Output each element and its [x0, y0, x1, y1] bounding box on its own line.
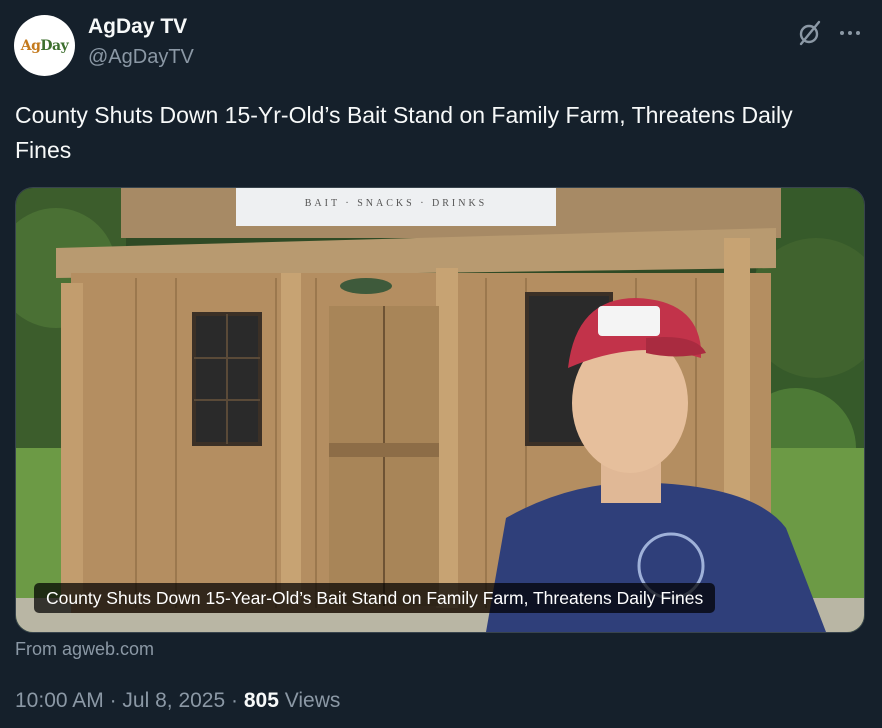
meta-separator: · [231, 689, 239, 712]
views-label: Views [284, 689, 341, 712]
article-photo: BAIT · SNACKS · DRINKS [16, 188, 864, 632]
views-count: 805 [243, 689, 279, 712]
tweet-meta: 10:00 AM · Jul 8, 2025 · 805 Views [15, 689, 340, 713]
agday-logo: AgDay [20, 37, 69, 54]
more-dots-icon[interactable] [836, 19, 864, 47]
bait-sign-text: BAIT · SNACKS · DRINKS [305, 198, 488, 209]
tweet-time[interactable]: 10:00 AM [15, 689, 104, 712]
grok-icon[interactable] [796, 19, 824, 47]
tweet-date[interactable]: Jul 8, 2025 [122, 689, 225, 712]
tweet-text: County Shuts Down 15-Yr-Old’s Bait Stand… [15, 102, 793, 163]
avatar[interactable]: AgDay [14, 15, 75, 76]
link-card[interactable]: BAIT · SNACKS · DRINKS [15, 187, 865, 633]
card-caption[interactable]: County Shuts Down 15-Year-Old’s Bait Sta… [34, 583, 716, 613]
card-source[interactable]: From agweb.com [15, 639, 154, 660]
user-handle[interactable]: @AgDayTV [88, 46, 194, 69]
display-name[interactable]: AgDay TV [88, 15, 187, 39]
meta-separator: · [109, 689, 117, 712]
